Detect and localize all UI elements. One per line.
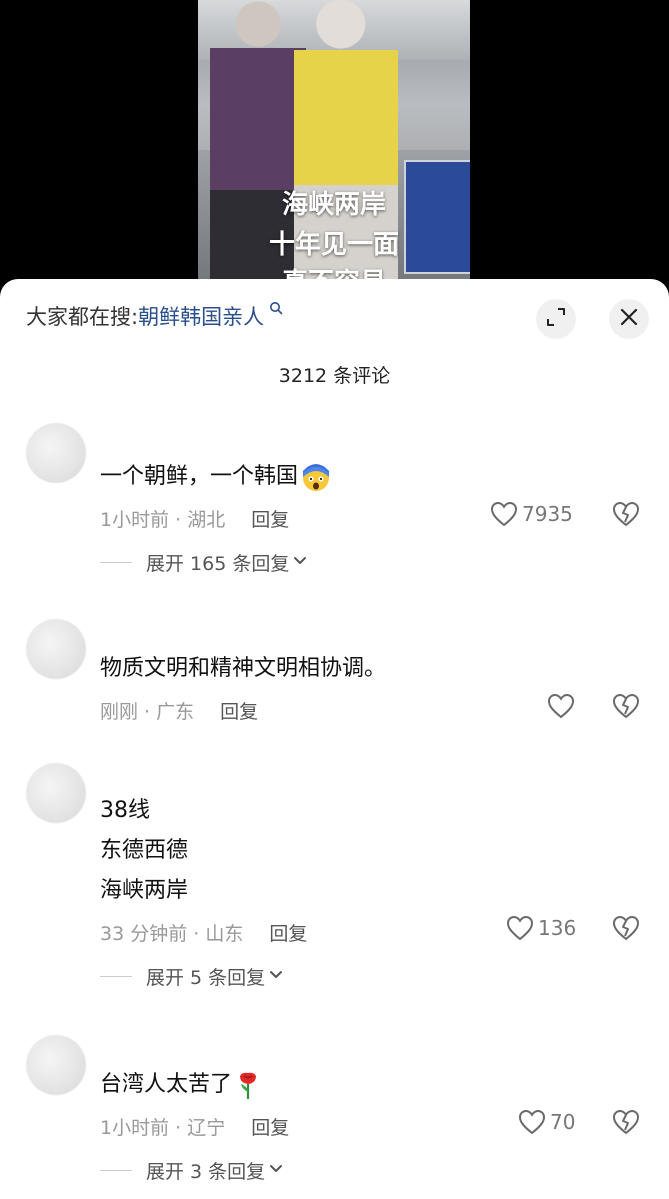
broken-heart-icon — [612, 915, 640, 945]
comment-time-location: 33 分钟前 · 山东 — [100, 923, 244, 945]
heart-icon — [518, 1109, 546, 1135]
expand-button[interactable] — [536, 299, 576, 339]
trending-search-link[interactable]: 朝鲜韩国亲人 — [138, 305, 264, 329]
comment-text-line: 海峡两岸 — [100, 878, 189, 903]
expand-replies[interactable]: 展开 165 条回复 — [100, 549, 307, 576]
like-button[interactable] — [547, 693, 575, 719]
avatar[interactable] — [26, 423, 86, 483]
chevron-down-icon — [293, 555, 307, 570]
username[interactable] — [100, 1035, 134, 1056]
dislike-button[interactable] — [612, 501, 640, 531]
expand-replies-label: 展开 5 条回复 — [146, 967, 266, 989]
comment-text-content: 台湾人太苦了 — [100, 1072, 233, 1097]
comment-text-line: 38线 — [100, 798, 150, 823]
broken-heart-icon — [612, 501, 640, 531]
expand-replies[interactable]: 展开 3 条回复 — [100, 1157, 283, 1184]
divider — [100, 1170, 132, 1171]
comment-time-location: 刚刚 · 广东 — [100, 701, 195, 723]
like-button[interactable]: 136 — [506, 915, 576, 941]
reply-button[interactable]: 回复 — [269, 923, 307, 945]
like-button[interactable]: 70 — [518, 1109, 575, 1135]
like-count: 70 — [550, 1110, 576, 1134]
reply-button[interactable]: 回复 — [251, 509, 289, 531]
comment-meta: 刚刚 · 广东 回复 — [100, 697, 258, 724]
comment-meta: 33 分钟前 · 山东 回复 — [100, 919, 307, 946]
comments-count-title: 3212 条评论 — [278, 365, 391, 387]
comment-text: 台湾人太苦了 — [100, 1065, 260, 1105]
avatar[interactable] — [26, 763, 86, 823]
video-frame: 海峡两岸 十年见一面 真不容易 — [198, 0, 470, 300]
close-button[interactable] — [609, 299, 649, 339]
search-icon — [264, 301, 283, 319]
heart-icon — [490, 501, 518, 527]
comment-text-content: 一个朝鲜，一个韩国 — [100, 464, 299, 489]
avatar[interactable] — [26, 619, 86, 679]
comments-sheet: 大家都在搜:朝鲜韩国亲人 3212 条评论 一个朝鲜，一个韩国 1小时前 · 湖… — [0, 279, 669, 1199]
video-player[interactable]: 海峡两岸 十年见一面 真不容易 — [0, 0, 669, 300]
broken-heart-icon — [612, 1109, 640, 1139]
video-caption-line-1: 海峡两岸 — [281, 190, 386, 220]
divider — [100, 976, 132, 977]
comment-meta: 1小时前 · 湖北 回复 — [100, 505, 289, 532]
dislike-button[interactable] — [612, 915, 640, 945]
trending-search[interactable]: 大家都在搜:朝鲜韩国亲人 — [26, 301, 283, 331]
comment-time-location: 1小时前 · 辽宁 — [100, 1117, 226, 1139]
like-count: 7935 — [522, 502, 573, 526]
like-button[interactable]: 7935 — [490, 501, 573, 527]
expand-replies[interactable]: 展开 5 条回复 — [100, 963, 283, 990]
expand-replies-label: 展开 3 条回复 — [146, 1161, 266, 1183]
like-count: 136 — [538, 916, 577, 940]
divider — [100, 562, 132, 563]
comment-text: 一个朝鲜，一个韩国 — [100, 457, 332, 497]
username[interactable] — [100, 763, 134, 784]
close-icon — [619, 307, 639, 331]
expand-replies-label: 展开 165 条回复 — [146, 553, 290, 575]
comment-text: 38线 东德西德 海峡两岸 — [100, 791, 188, 911]
comment-text: 物质文明和精神文明相协调。 — [100, 656, 387, 681]
expand-icon — [545, 306, 567, 332]
comment-time-location: 1小时前 · 湖北 — [100, 509, 226, 531]
chevron-down-icon — [269, 1163, 283, 1178]
video-caption-line-2: 十年见一面 — [268, 230, 399, 260]
username[interactable] — [100, 423, 134, 444]
rose-emoji-icon — [236, 1070, 260, 1100]
chevron-down-icon — [269, 969, 283, 984]
dislike-button[interactable] — [612, 693, 640, 723]
username[interactable] — [100, 619, 134, 640]
shocked-face-emoji-icon — [300, 461, 332, 493]
reply-button[interactable]: 回复 — [251, 1117, 289, 1139]
comment-text-line: 东德西德 — [100, 838, 189, 863]
heart-icon — [506, 915, 534, 941]
avatar[interactable] — [26, 1035, 86, 1095]
broken-heart-icon — [612, 693, 640, 723]
heart-icon — [547, 693, 575, 719]
reply-button[interactable]: 回复 — [220, 701, 258, 723]
comment-meta: 1小时前 · 辽宁 回复 — [100, 1113, 289, 1140]
dislike-button[interactable] — [612, 1109, 640, 1139]
trending-search-prefix: 大家都在搜: — [26, 305, 139, 329]
